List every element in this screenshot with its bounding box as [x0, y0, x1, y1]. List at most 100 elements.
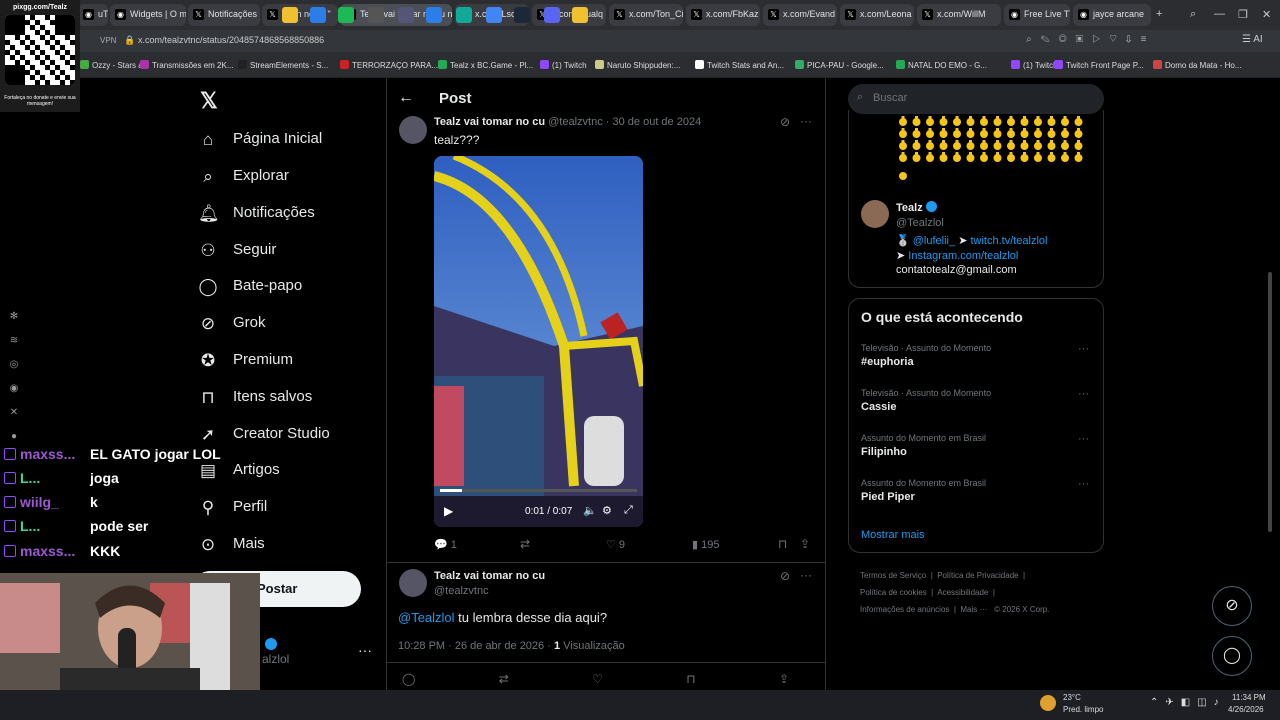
taskbar-app-icon[interactable] [310, 7, 326, 23]
avatar[interactable] [861, 200, 889, 228]
terms-link[interactable]: Termos de Serviço [860, 571, 926, 580]
nav-item[interactable]: ⚲ Perfil [198, 492, 378, 524]
bookmark-item[interactable]: (1) Twitch [1011, 60, 1058, 70]
instagram-link[interactable]: Instagram.com/tealzlol [908, 250, 1018, 262]
account-more-icon[interactable]: ··· [358, 642, 372, 658]
clock-date[interactable]: 4/26/2026 [1228, 705, 1264, 714]
trend-more-icon[interactable]: ··· [1078, 478, 1089, 490]
ai-button[interactable]: ☰ AI [1242, 34, 1263, 45]
trend-more-icon[interactable]: ··· [1078, 343, 1089, 355]
grok-icon[interactable]: ⊘ [780, 569, 790, 583]
browser-tab[interactable]: ◉ Free Live TV [1004, 4, 1070, 26]
nav-item[interactable]: ⚇ Seguir [198, 235, 378, 267]
taskbar-app-icon[interactable] [426, 7, 442, 23]
action-bar-icons[interactable]: ◯ ⇄ ♡ ⊓ ⇪ [402, 672, 812, 686]
taskbar-app-icon[interactable] [572, 7, 588, 23]
bookmark-item[interactable]: Domo da Mata - Ho... [1153, 60, 1241, 70]
chat-username[interactable]: maxss... [20, 543, 82, 559]
taskbar-app-icon[interactable] [398, 7, 414, 23]
show-more-link[interactable]: Mostrar mais [861, 529, 925, 541]
taskbar-app-icon[interactable] [456, 7, 472, 23]
browser-tab[interactable]: 𝕏x.com/FbKaz [686, 4, 760, 26]
profile-handle[interactable]: @Tealzlol [896, 217, 944, 229]
messages-fab-icon[interactable]: ◯ [1212, 636, 1252, 676]
bookmark-item[interactable]: Twitch Front Page P... [1054, 60, 1144, 70]
scrollbar[interactable] [1268, 272, 1272, 532]
browser-tab[interactable]: 𝕏x.com/Ton_Ci [609, 4, 683, 26]
post-more-icon[interactable]: ··· [800, 114, 812, 128]
fullscreen-icon[interactable]: ⤢ [624, 504, 633, 517]
browser-tab[interactable]: 𝕏 Notificações [188, 4, 260, 26]
settings-icon[interactable]: ⚙ [602, 504, 612, 517]
video-player[interactable] [434, 156, 643, 527]
avatar[interactable] [399, 116, 427, 144]
browser-tab[interactable]: 𝕏x.com/WillM [917, 4, 1001, 26]
privacy-link[interactable]: Política de Privacidade [937, 571, 1018, 580]
grok-fab-icon[interactable]: ⊘ [1212, 586, 1252, 626]
nav-item[interactable]: ➚ Creator Studio [198, 419, 378, 451]
trend-item[interactable]: Televisão · Assunto do Momento #euphoria ·… [861, 343, 1097, 368]
taskbar-app-icon[interactable] [338, 7, 354, 23]
timestamp[interactable]: 10:28 PM · 26 de abr de 2026 · [398, 640, 551, 652]
bookmark-item[interactable]: Ozzy - Stars a... [80, 60, 149, 70]
nav-item[interactable]: ✪ Premium [198, 345, 378, 377]
url-field[interactable]: x.com/tealzvtnc/status/20485748685688508… [138, 35, 324, 45]
reply-button[interactable]: 💬 1 [434, 538, 457, 551]
account-handle[interactable]: alzlol [262, 652, 289, 666]
clock-time[interactable]: 11:34 PM [1232, 693, 1266, 702]
trend-more-icon[interactable]: ··· [1078, 433, 1089, 445]
bookmark-item[interactable]: PICA-PAU - Google... [795, 60, 884, 70]
trend-more-icon[interactable]: ··· [1078, 388, 1089, 400]
bookmark-item[interactable]: NATAL DO EMO - G... [896, 60, 987, 70]
chat-username[interactable]: L... [20, 518, 82, 534]
browser-tab[interactable]: 𝕏x.com/Evand [763, 4, 837, 26]
browser-tab[interactable]: ◉ uTube [78, 4, 108, 26]
nav-item[interactable]: 🔔︎ Notificações [198, 198, 378, 230]
nav-item[interactable]: ⊙ Mais [198, 529, 378, 561]
trend-item[interactable]: Assunto do Momento em Brasil Pied Piper ··… [861, 478, 1097, 503]
mention-link[interactable]: @Tealzlol [398, 610, 455, 625]
author-name[interactable]: Tealz vai tomar no cu [434, 116, 545, 128]
browser-tab[interactable]: ◉ Widgets | O m [110, 4, 186, 26]
chat-username[interactable]: maxss... [20, 446, 82, 462]
nav-item[interactable]: ◯ Bate-papo [198, 271, 378, 303]
avatar[interactable] [399, 569, 427, 597]
trend-item[interactable]: Assunto do Momento em Brasil Filipinho ··· [861, 433, 1097, 458]
like-button[interactable]: ♡ 9 [606, 538, 625, 551]
bookmark-icon[interactable]: ⊓ [778, 537, 787, 551]
ads-link[interactable]: Informações de anúncios [860, 605, 949, 614]
bookmark-item[interactable]: (1) Twitch [540, 60, 587, 70]
chat-username[interactable]: L... [20, 470, 82, 486]
post-date[interactable]: 30 de out de 2024 [613, 116, 702, 128]
nav-item[interactable]: ⌕ Explorar [198, 161, 378, 193]
more-link[interactable]: Mais ··· [960, 605, 987, 614]
post-more-icon[interactable]: ··· [800, 568, 812, 582]
author-handle[interactable]: @tealzvtnc [548, 116, 603, 128]
browser-tab[interactable]: ◉ jayce arcane [1073, 4, 1151, 26]
taskbar-app-icon[interactable] [514, 7, 530, 23]
bookmark-item[interactable]: Twitch Stats and An... [695, 60, 784, 70]
bookmark-item[interactable]: Naruto Shippuden:... [595, 60, 680, 70]
close-window-icon[interactable]: ✕ [1262, 8, 1271, 21]
author-name[interactable]: Tealz vai tomar no cu [434, 570, 545, 582]
profile-name[interactable]: Tealz [896, 201, 937, 214]
bookmark-item[interactable]: Tealz x BC.Game - Pl... [438, 60, 533, 70]
weather-temp[interactable]: 23°C [1063, 693, 1081, 702]
share-icon[interactable]: ⇪ [800, 537, 810, 551]
twitch-link[interactable]: twitch.tv/tealzlol [970, 235, 1047, 247]
new-tab-icon[interactable]: + [1156, 8, 1162, 20]
back-arrow-icon[interactable]: ← [398, 89, 414, 107]
repost-icon[interactable]: ⇄ [520, 537, 530, 551]
system-tray-icons[interactable]: ⌃✈◧◫♪ [1150, 697, 1226, 708]
maximize-icon[interactable]: ❐ [1238, 8, 1248, 21]
browser-tab[interactable]: 𝕏x.com/Leona [840, 4, 914, 26]
bookmark-item[interactable]: StreamElements - S... [238, 60, 328, 70]
play-icon[interactable]: ▶ [444, 504, 453, 518]
author-handle[interactable]: @tealzvtnc [434, 585, 489, 597]
mention-link[interactable]: @lufelii_ [913, 235, 955, 247]
taskbar-app-icon[interactable] [282, 7, 298, 23]
minimize-icon[interactable]: — [1214, 8, 1225, 20]
taskbar-app-icon[interactable] [544, 7, 560, 23]
nav-item[interactable]: ⊓ Itens salvos [198, 382, 378, 414]
taskbar-app-icon[interactable] [368, 7, 384, 23]
